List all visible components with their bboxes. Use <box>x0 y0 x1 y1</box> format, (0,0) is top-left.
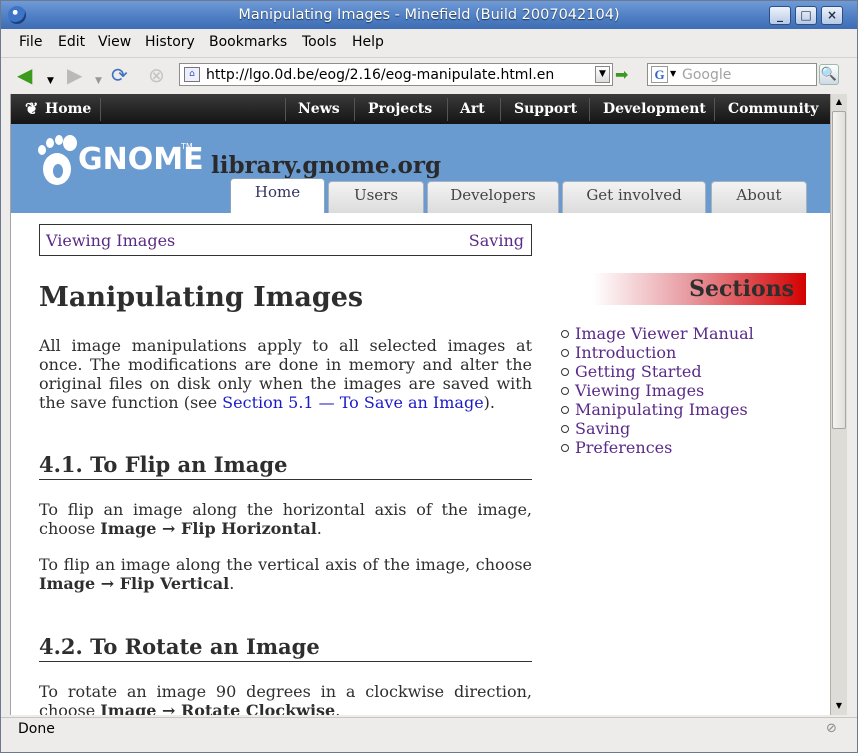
search-magnifier-icon[interactable]: 🔍 <box>819 64 839 85</box>
status-bar: Done ⊘ <box>1 717 857 741</box>
toc-item[interactable]: Saving <box>560 419 754 438</box>
url-dropdown-icon[interactable]: ▼ <box>595 66 610 83</box>
window-title: Manipulating Images - Minefield (Build 2… <box>238 7 620 23</box>
toc-item[interactable]: Preferences <box>560 438 754 457</box>
page-favicon-icon: ⌂ <box>184 67 200 82</box>
sections-list: Image Viewer Manual Introduction Getting… <box>560 324 754 457</box>
toc-item[interactable]: Viewing Images <box>560 381 754 400</box>
nav-projects[interactable]: Projects <box>368 101 432 117</box>
tab-about[interactable]: About <box>711 181 807 213</box>
maximize-button[interactable]: □ <box>795 6 817 25</box>
tab-get-involved[interactable]: Get involved <box>562 181 706 213</box>
address-bar[interactable]: ⌂ http://lgo.0d.be/eog/2.16/eog-manipula… <box>179 63 613 86</box>
close-button[interactable]: × <box>821 6 843 25</box>
search-input[interactable]: Google <box>682 67 731 83</box>
section-heading-flip: 4.1. To Flip an Image <box>39 452 532 480</box>
tab-users[interactable]: Users <box>328 181 424 213</box>
toc-item[interactable]: Image Viewer Manual <box>560 324 754 343</box>
search-engine-icon[interactable]: G <box>651 66 668 83</box>
site-header: GNOME TM library.gnome.org Home Users De… <box>11 124 830 213</box>
nav-news[interactable]: News <box>298 101 340 117</box>
menu-file[interactable]: File <box>19 34 42 50</box>
nav-art[interactable]: Art <box>460 101 485 117</box>
breadcrumb: Viewing Images Saving <box>39 224 532 256</box>
intro-paragraph: All image manipulations apply to all sel… <box>39 336 532 412</box>
vertical-scrollbar[interactable]: ▲ ▼ <box>830 94 847 715</box>
nav-separator <box>500 98 501 121</box>
prev-page-link[interactable]: Viewing Images <box>46 231 175 250</box>
menu-path-flip-horizontal: Image → Flip Horizontal <box>100 519 317 538</box>
nav-separator <box>589 98 590 121</box>
url-text[interactable]: http://lgo.0d.be/eog/2.16/eog-manipulate… <box>206 67 554 83</box>
scroll-down-icon[interactable]: ▼ <box>832 699 846 713</box>
title-bar[interactable]: Manipulating Images - Minefield (Build 2… <box>1 1 857 29</box>
back-history-dropdown-icon[interactable]: ▼ <box>47 71 54 91</box>
menu-history[interactable]: History <box>145 34 195 50</box>
forward-history-dropdown-icon[interactable]: ▼ <box>95 71 102 91</box>
menu-view[interactable]: View <box>98 34 131 50</box>
menu-bookmarks[interactable]: Bookmarks <box>209 34 287 50</box>
menu-help[interactable]: Help <box>352 34 384 50</box>
flip-vertical-paragraph: To flip an image along the vertical axis… <box>39 555 532 593</box>
security-status-icon[interactable]: ⊘ <box>826 721 837 736</box>
menu-path-rotate-clockwise: Image → Rotate Clockwise <box>100 701 336 715</box>
page-viewport: ❦ Home News Projects Art Support Develop… <box>10 94 830 715</box>
forward-icon[interactable]: ▶ <box>67 65 82 85</box>
minimize-button[interactable]: _ <box>769 6 791 25</box>
intro-end: ). <box>483 393 495 412</box>
tab-developers[interactable]: Developers <box>427 181 559 213</box>
menu-path-flip-vertical: Image → Flip Vertical <box>39 574 230 593</box>
rotate-paragraph: To rotate an image 90 degrees in a clock… <box>39 682 532 715</box>
toc-item[interactable]: Manipulating Images <box>560 400 754 419</box>
nav-separator <box>714 98 715 121</box>
tab-home[interactable]: Home <box>230 178 325 213</box>
menu-tools[interactable]: Tools <box>302 34 337 50</box>
stop-icon[interactable]: ⊗ <box>148 65 165 85</box>
search-engine-dropdown-icon[interactable]: ▼ <box>670 69 676 78</box>
reload-icon[interactable]: ⟳ <box>111 65 128 85</box>
nav-support[interactable]: Support <box>514 101 577 117</box>
nav-home[interactable]: Home <box>45 101 91 117</box>
nav-separator <box>447 98 448 121</box>
gnome-top-nav: ❦ Home News Projects Art Support Develop… <box>11 94 830 124</box>
toc-item[interactable]: Introduction <box>560 343 754 362</box>
search-box[interactable]: G ▼ Google <box>647 63 817 86</box>
nav-separator <box>285 98 286 121</box>
next-page-link[interactable]: Saving <box>469 231 524 250</box>
page-title: Manipulating Images <box>39 282 364 313</box>
flip-horizontal-paragraph: To flip an image along the horizontal ax… <box>39 500 532 538</box>
nav-separator <box>100 98 101 121</box>
logo-trademark: TM <box>181 142 193 151</box>
gnome-foot-logo-icon[interactable] <box>33 133 79 188</box>
sections-heading: Sections <box>593 273 806 305</box>
nav-community[interactable]: Community <box>728 101 818 117</box>
gnome-foot-icon[interactable]: ❦ <box>25 99 38 118</box>
browser-window: Manipulating Images - Minefield (Build 2… <box>0 0 858 753</box>
back-icon[interactable]: ◀ <box>17 65 32 85</box>
go-arrow-icon[interactable]: ➡ <box>615 65 635 85</box>
nav-development[interactable]: Development <box>603 101 706 117</box>
site-title[interactable]: library.gnome.org <box>211 152 441 179</box>
toc-item[interactable]: Getting Started <box>560 362 754 381</box>
flip-vertical-end: . <box>229 574 235 593</box>
menu-edit[interactable]: Edit <box>58 34 85 50</box>
menu-bar: File Edit View History Bookmarks Tools H… <box>1 29 857 55</box>
scroll-up-icon[interactable]: ▲ <box>832 95 846 109</box>
scrollbar-thumb[interactable] <box>832 111 846 429</box>
status-text: Done <box>18 721 55 737</box>
save-section-link[interactable]: Section 5.1 — To Save an Image <box>222 393 484 412</box>
flip-vertical-text: To flip an image along the vertical axis… <box>39 555 532 574</box>
nav-separator <box>354 98 355 121</box>
rotate-end: . <box>335 701 341 715</box>
flip-horizontal-end: . <box>316 519 322 538</box>
section-heading-rotate: 4.2. To Rotate an Image <box>39 634 532 662</box>
